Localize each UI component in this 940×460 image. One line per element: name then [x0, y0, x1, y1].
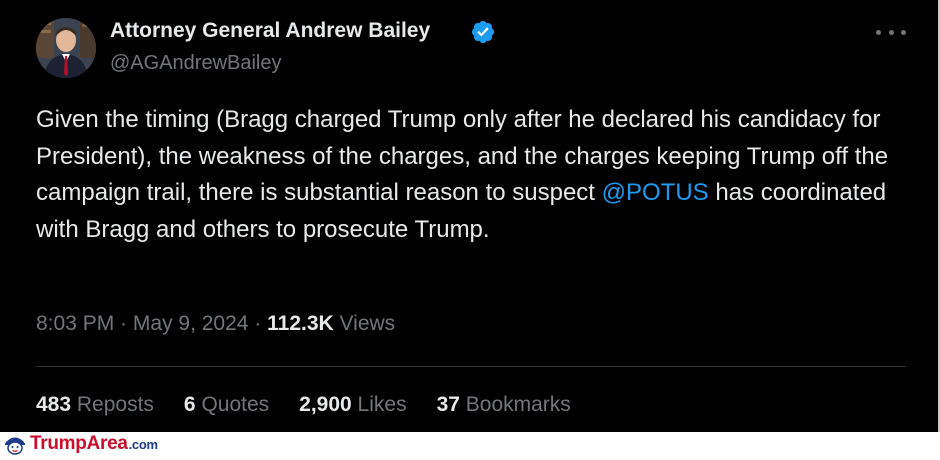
tweet-date[interactable]: May 9, 2024 [133, 312, 249, 335]
bookmarks-stat[interactable]: 37 Bookmarks [437, 393, 571, 417]
tweet-text: Given the timing (Bragg charged Trump on… [36, 102, 906, 248]
tweet-card: Attorney General Andrew Bailey @AGAndrew… [0, 0, 940, 432]
bookmarks-label: Bookmarks [459, 393, 571, 416]
avatar[interactable] [36, 18, 96, 78]
watermark: TrumpArea.com [0, 432, 940, 456]
author-display-name[interactable]: Attorney General Andrew Bailey [110, 19, 430, 43]
watermark-brand: TrumpArea.com [30, 433, 158, 455]
verified-badge-icon [470, 19, 496, 45]
dot-icon [901, 29, 906, 35]
dot-icon [876, 29, 881, 35]
meta-separator: · [248, 312, 268, 335]
watermark-brand-name: TrumpArea [30, 433, 128, 454]
quotes-count: 6 [183, 393, 196, 416]
views-count: 112.3K [267, 312, 334, 335]
quotes-stat[interactable]: 6 Quotes [184, 393, 269, 417]
dot-icon [888, 29, 894, 35]
reposts-label: Reposts [71, 393, 154, 416]
meta-separator: · [114, 312, 133, 335]
quotes-label: Quotes [195, 393, 270, 416]
author-handle[interactable]: @AGAndrewBailey [110, 52, 281, 75]
tweet-time[interactable]: 8:03 PM [36, 312, 114, 335]
likes-label: Likes [351, 393, 407, 416]
likes-stat[interactable]: 2,900 Likes [299, 393, 406, 417]
divider [36, 366, 906, 367]
mention-link[interactable]: @POTUS [602, 179, 709, 206]
tweet-meta: 8:03 PM · May 9, 2024 · 112.3K Views [36, 312, 395, 336]
views-label: Views [333, 312, 396, 335]
watermark-logo-icon [3, 433, 27, 455]
bookmarks-count: 37 [436, 393, 460, 416]
engagement-stats: 483 Reposts 6 Quotes 2,900 Likes 37 Book… [36, 393, 601, 417]
watermark-tld: .com [128, 437, 158, 452]
more-options-icon[interactable] [876, 20, 906, 44]
reposts-count: 483 [36, 393, 72, 416]
reposts-stat[interactable]: 483 Reposts [36, 393, 154, 417]
likes-count: 2,900 [299, 393, 352, 416]
